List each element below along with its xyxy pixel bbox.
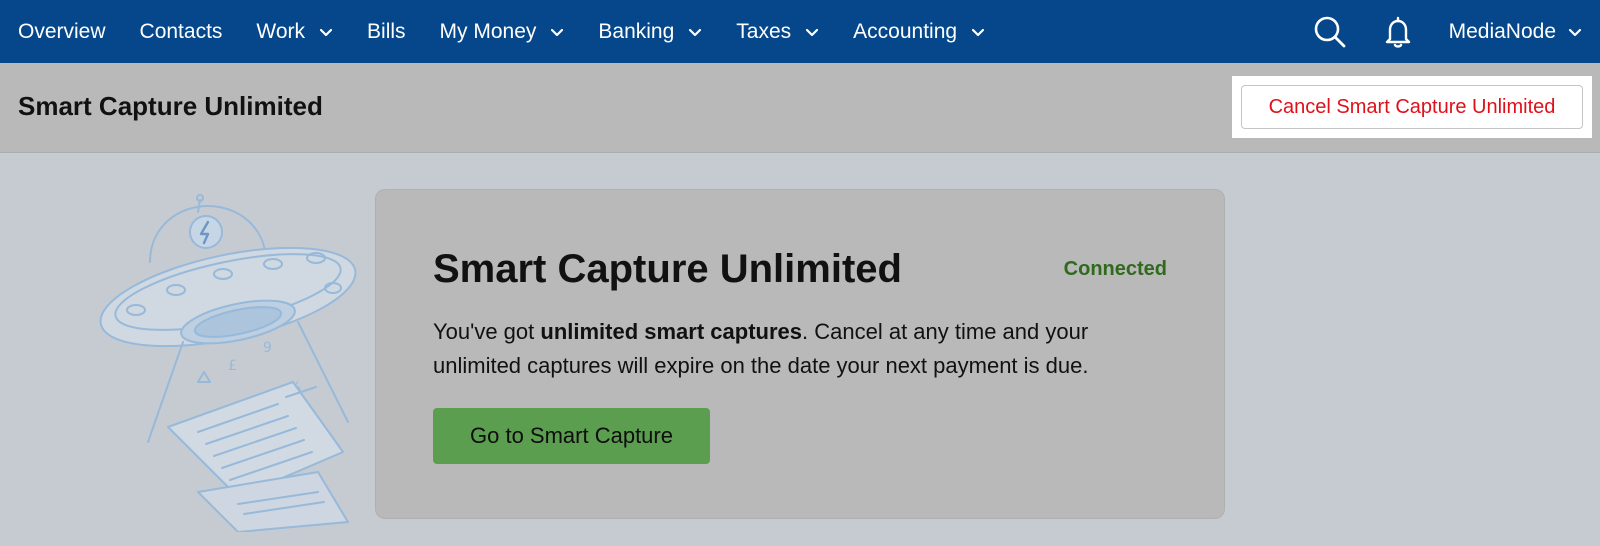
account-name: MediaNode [1448, 19, 1556, 43]
top-navigation: Overview Contacts Work Bills My Money Ba… [0, 0, 1600, 63]
nav-item-taxes[interactable]: Taxes [736, 0, 819, 63]
nav-item-label: Taxes [736, 19, 792, 43]
chevron-down-icon [1568, 28, 1582, 36]
description-text: You've got [433, 319, 541, 344]
nav-item-my-money[interactable]: My Money [440, 0, 565, 63]
svg-text:9: 9 [263, 340, 272, 356]
chevron-down-icon [689, 28, 702, 36]
search-icon [1314, 16, 1345, 47]
nav-item-label: Accounting [853, 19, 958, 43]
nav-item-overview[interactable]: Overview [18, 0, 106, 63]
nav-item-label: Banking [598, 19, 675, 43]
chevron-down-icon [319, 28, 333, 36]
chevron-down-icon [806, 28, 819, 36]
nav-item-label: Overview [18, 19, 106, 43]
cancel-highlight: Cancel Smart Capture Unlimited [1232, 76, 1592, 138]
subscription-card: Smart Capture Unlimited Connected You've… [375, 189, 1225, 519]
nav-item-label: My Money [439, 19, 537, 43]
ufo-receipt-illustration: £ 9 % 20 [99, 194, 357, 532]
description-emphasis: unlimited smart captures [540, 319, 803, 344]
nav-item-bills[interactable]: Bills [367, 0, 406, 63]
svg-text:£: £ [228, 358, 237, 374]
account-menu[interactable]: MediaNode [1449, 20, 1582, 44]
search-button[interactable] [1313, 15, 1347, 49]
nav-item-work[interactable]: Work [256, 0, 333, 63]
status-badge: Connected [1063, 258, 1167, 280]
nav-item-accounting[interactable]: Accounting [853, 0, 985, 63]
notifications-button[interactable] [1381, 15, 1415, 49]
bell-icon [1385, 16, 1410, 48]
page-title: Smart Capture Unlimited [18, 91, 323, 121]
chevron-down-icon [551, 28, 564, 36]
nav-actions: MediaNode [1313, 0, 1582, 63]
cancel-subscription-button[interactable]: Cancel Smart Capture Unlimited [1241, 85, 1583, 129]
card-description: You've got unlimited smart captures. Can… [433, 315, 1173, 383]
main-content: £ 9 % 20 Smart Capture Unlimited Connect… [0, 154, 1600, 546]
nav-menu: Overview Contacts Work Bills My Money Ba… [0, 0, 1019, 63]
nav-item-label: Bills [367, 19, 406, 43]
nav-item-label: Contacts [139, 19, 223, 43]
nav-item-banking[interactable]: Banking [598, 0, 702, 63]
nav-item-contacts[interactable]: Contacts [140, 0, 223, 63]
nav-item-label: Work [256, 19, 306, 43]
go-to-smart-capture-button[interactable]: Go to Smart Capture [433, 408, 710, 464]
chevron-down-icon [971, 28, 985, 36]
card-title: Smart Capture Unlimited [433, 247, 902, 291]
